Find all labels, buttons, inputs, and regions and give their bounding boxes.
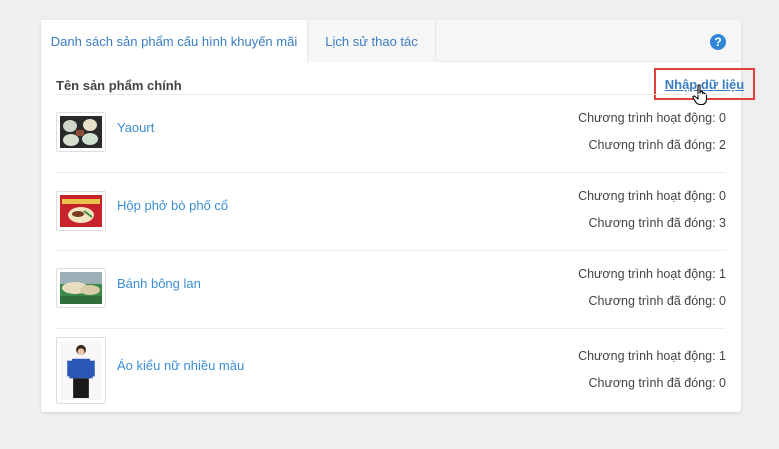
closed-programs: Chương trình đã đóng: 0 (588, 376, 727, 390)
closed-programs: Chương trình đã đóng: 3 (588, 216, 727, 230)
tab-bar: Danh sách sản phẩm cấu hình khuyến mãi L… (41, 20, 741, 63)
product-name-link[interactable]: Yaourt (117, 120, 154, 135)
question-circle-icon[interactable]: ? (710, 34, 726, 50)
product-thumbnail[interactable] (56, 191, 106, 231)
product-name-link[interactable]: Áo kiểu nữ nhiều màu (117, 358, 244, 373)
product-name-link[interactable]: Hộp phở bò phố cổ (117, 198, 228, 213)
active-programs: Chương trình hoạt động: 0 (578, 189, 726, 203)
product-row: Bánh bông lan Chương trình hoạt động: 1 … (56, 251, 726, 329)
product-name-link[interactable]: Bánh bông lan (117, 276, 201, 291)
active-programs: Chương trình hoạt động: 1 (578, 349, 726, 363)
product-thumbnail[interactable] (56, 337, 106, 404)
product-row: Áo kiểu nữ nhiều màu Chương trình hoạt đ… (56, 329, 726, 412)
product-thumbnail[interactable] (56, 268, 106, 308)
tab-promo-products[interactable]: Danh sách sản phẩm cấu hình khuyến mãi (41, 20, 308, 63)
tab-history[interactable]: Lịch sử thao tác (308, 20, 436, 62)
closed-programs: Chương trình đã đóng: 0 (588, 294, 727, 308)
active-programs: Chương trình hoạt động: 1 (578, 267, 726, 281)
active-programs: Chương trình hoạt động: 0 (578, 111, 726, 125)
main-card: Danh sách sản phẩm cấu hình khuyến mãi L… (41, 20, 755, 412)
closed-programs: Chương trình đã đóng: 2 (588, 138, 727, 152)
header-title: Tên sản phẩm chính (56, 78, 182, 93)
product-thumbnail[interactable] (56, 112, 106, 152)
product-row: Yaourt Chương trình hoạt động: 0 Chương … (56, 95, 726, 173)
product-row: Hộp phở bò phố cổ Chương trình hoạt động… (56, 173, 726, 251)
